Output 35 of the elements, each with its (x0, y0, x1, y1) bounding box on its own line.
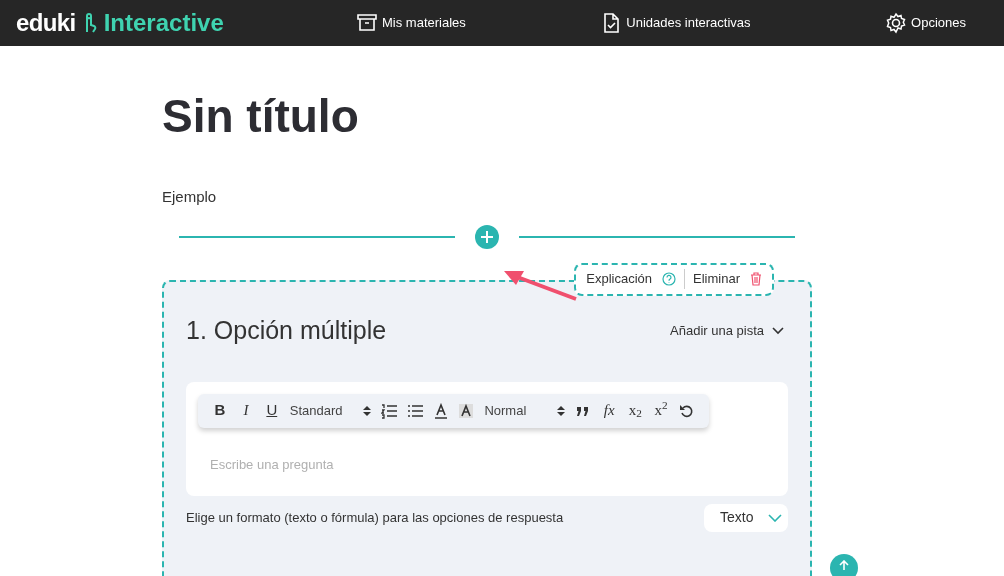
text-color-icon (432, 402, 449, 419)
format-button[interactable]: fx (597, 398, 622, 423)
nav-link[interactable]: Opciones (885, 12, 966, 34)
bullet-list-icon (406, 402, 423, 419)
numbered-list-icon (380, 402, 397, 419)
page-title[interactable]: Sin título (162, 86, 812, 146)
delete-button[interactable]: Eliminar (693, 269, 762, 289)
format-button[interactable]: I (233, 398, 258, 423)
section-label: Ejemplo (162, 187, 218, 207)
settings-icon (885, 12, 908, 34)
help-icon (662, 272, 677, 286)
up-down-icon (362, 404, 371, 417)
format-select[interactable]: Texto (704, 503, 788, 532)
format-button[interactable]: U (259, 398, 284, 423)
question-title[interactable]: 1. Opción múltiple (186, 311, 387, 350)
arrow-up-icon (839, 560, 849, 570)
logo-text: Interactive (103, 8, 224, 38)
plus-icon (480, 229, 494, 244)
nav-link[interactable]: Mis materiales (356, 12, 466, 34)
explanation-button[interactable]: Explicación (586, 269, 677, 289)
nav-link[interactable]: Unidades interactivas (600, 12, 751, 34)
highlight-icon (458, 402, 475, 419)
up-down-icon (557, 404, 566, 417)
trash-icon (750, 272, 762, 286)
hint-button[interactable]: Añadir una pista (670, 320, 784, 341)
archive-icon (356, 12, 378, 34)
format-button[interactable]: x$_{2}$ (623, 398, 648, 423)
format-prompt: Elige un formato (texto o fórmula) para las opciones de respuesta (186, 508, 564, 527)
style-select[interactable]: Normal (480, 398, 570, 423)
logo-text[interactable]: eduki (16, 5, 76, 41)
chevron-icon (772, 326, 784, 335)
format-button[interactable]: x$^{2}$ (649, 398, 674, 423)
chevron-icon (768, 513, 782, 522)
style-select[interactable]: Standard (285, 398, 375, 423)
format-button[interactable]: B (208, 398, 232, 423)
